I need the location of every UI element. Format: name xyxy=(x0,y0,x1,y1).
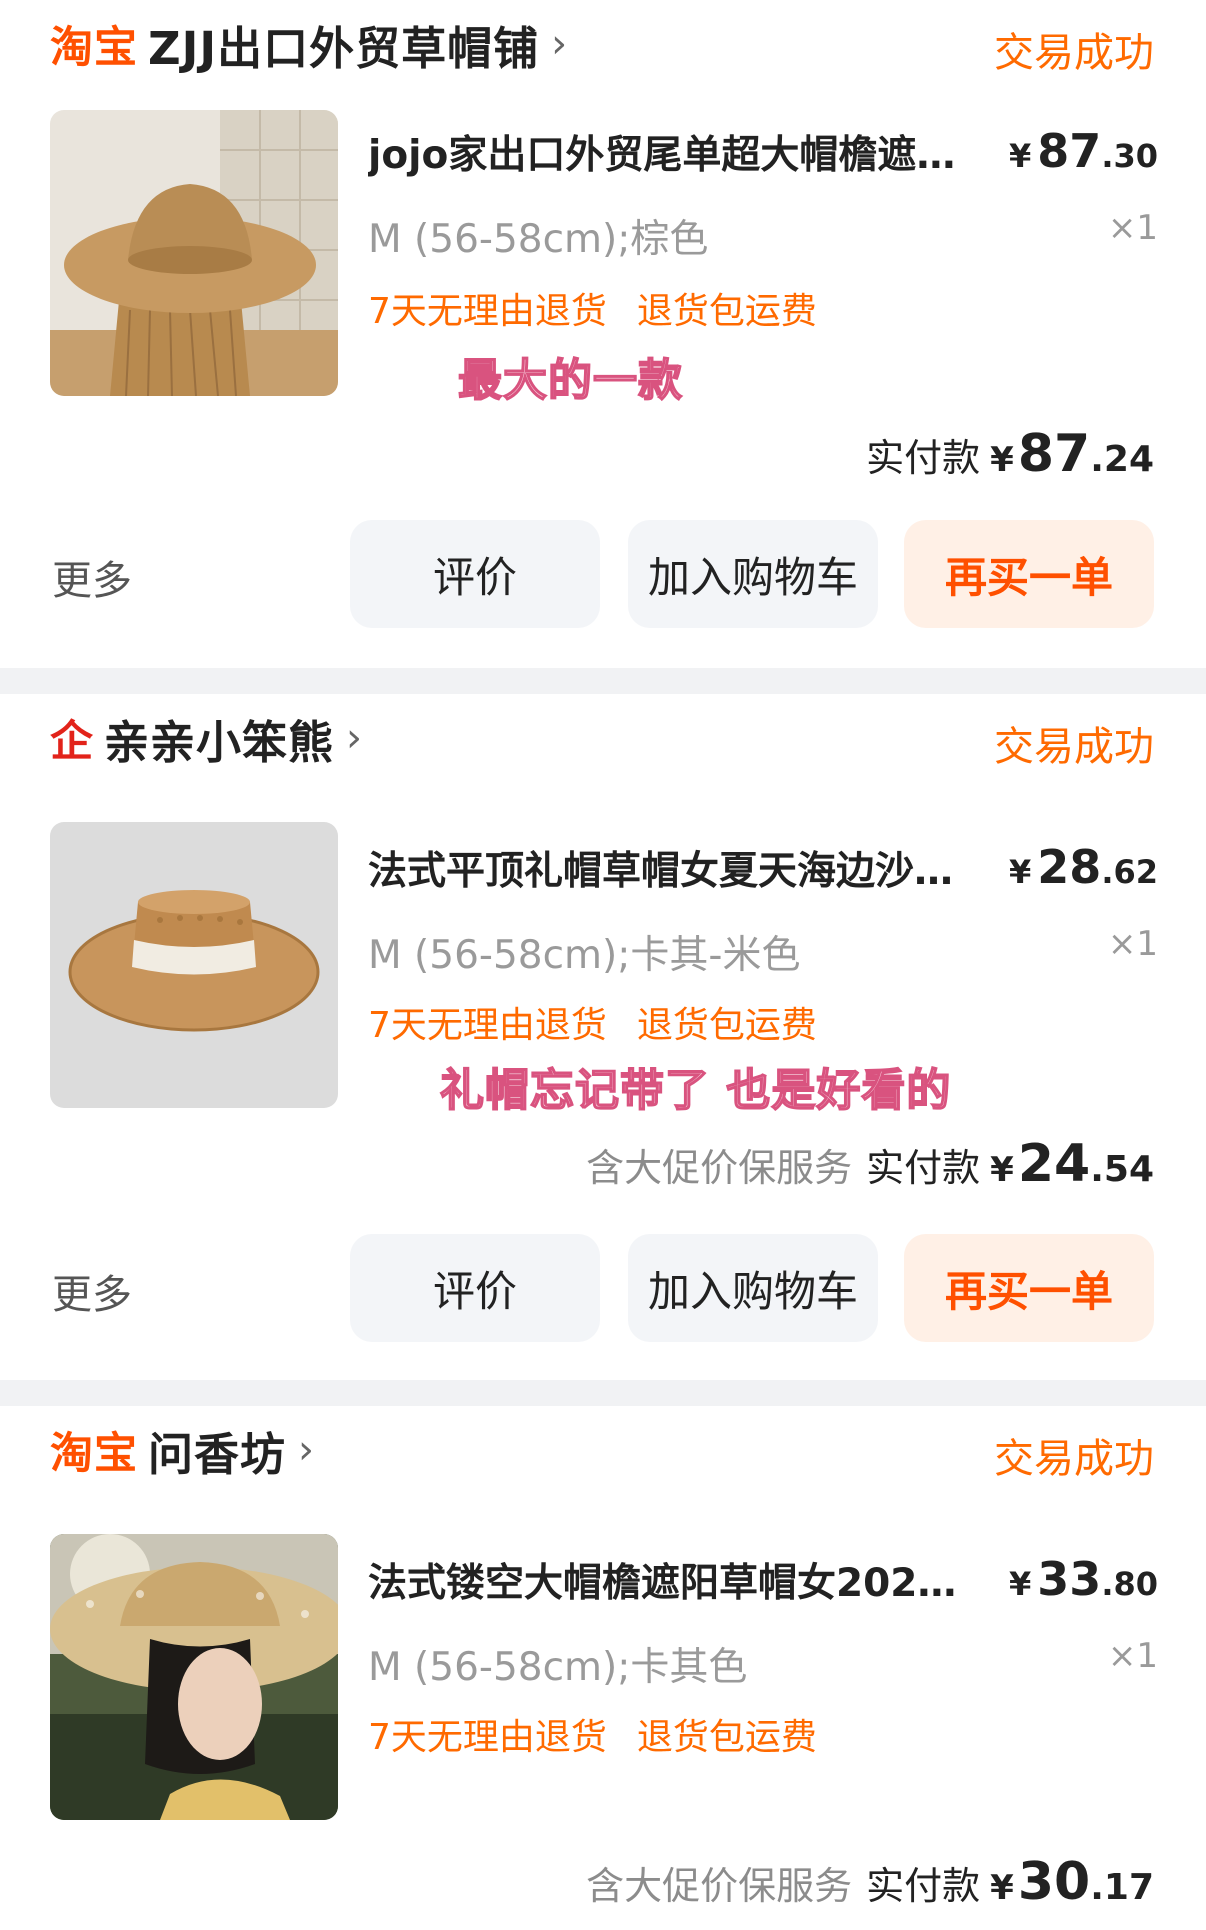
review-button[interactable]: 评价 xyxy=(350,520,600,628)
more-button[interactable]: 更多 xyxy=(52,1262,132,1320)
chevron-right-icon: › xyxy=(551,21,568,67)
product-quantity: ×1 xyxy=(1107,208,1158,248)
enterprise-logo-icon: 企 xyxy=(50,717,94,767)
currency-symbol: ¥ xyxy=(990,440,1014,480)
order-card-2: 企 亲亲小笨熊 › 交易成功 法式平顶礼帽草帽女夏天海边沙… ¥28.62 M … xyxy=(0,694,1206,1380)
overlay-annotation: 礼帽忘记带了 也是好看的 xyxy=(439,1064,952,1117)
shop-name: ZJJ出口外贸草帽铺 xyxy=(148,21,540,75)
order-separator xyxy=(0,1380,1206,1406)
tag-free-return-shipping: 退货包运费 xyxy=(636,1005,817,1046)
chevron-right-icon: › xyxy=(298,1427,315,1473)
product-price: ¥87.30 xyxy=(1009,124,1158,178)
tag-return-7days: 7天无理由退货 xyxy=(368,1005,607,1046)
product-price: ¥28.62 xyxy=(1009,840,1158,894)
buy-again-button[interactable]: 再买一单 xyxy=(904,1234,1154,1342)
price-integer: 33 xyxy=(1037,1552,1102,1606)
shop-header[interactable]: 淘宝 问香坊 › xyxy=(50,1420,315,1481)
service-tags: 7天无理由退货 退货包运费 xyxy=(368,282,817,334)
service-tags: 7天无理由退货 退货包运费 xyxy=(368,996,817,1048)
currency-symbol: ¥ xyxy=(990,1868,1014,1908)
product-price: ¥33.80 xyxy=(1009,1552,1158,1606)
product-quantity: ×1 xyxy=(1107,1636,1158,1676)
payment-decimal: .24 xyxy=(1090,439,1154,480)
payment-label: 实付款 xyxy=(866,436,981,480)
currency-symbol: ¥ xyxy=(1009,137,1032,175)
payment-decimal: .54 xyxy=(1090,1149,1154,1190)
add-to-cart-button[interactable]: 加入购物车 xyxy=(628,1234,878,1342)
product-title[interactable]: 法式镂空大帽檐遮阳草帽女202… xyxy=(368,1552,998,1608)
more-button[interactable]: 更多 xyxy=(52,548,132,606)
currency-symbol: ¥ xyxy=(990,1150,1014,1190)
price-integer: 28 xyxy=(1037,840,1102,894)
product-sku: M (56-58cm);卡其-米色 xyxy=(368,933,801,978)
order-status: 交易成功 xyxy=(994,30,1154,76)
straw-hat-image xyxy=(50,110,338,396)
actual-payment: 含大促价保服务 实付款 ¥24.54 xyxy=(586,1134,1154,1194)
tag-return-7days: 7天无理由退货 xyxy=(368,291,607,332)
shop-name: 亲亲小笨熊 xyxy=(104,715,335,769)
product-thumbnail[interactable] xyxy=(50,822,338,1108)
price-protection-service: 含大促价保服务 xyxy=(586,1864,853,1908)
price-protection-service: 含大促价保服务 xyxy=(586,1146,853,1190)
actual-payment: 含大促价保服务 实付款 ¥30.17 xyxy=(586,1852,1154,1912)
product-quantity: ×1 xyxy=(1107,924,1158,964)
order-status: 交易成功 xyxy=(994,724,1154,770)
service-tags: 7天无理由退货 退货包运费 xyxy=(368,1708,817,1760)
tag-return-7days: 7天无理由退货 xyxy=(368,1717,607,1758)
price-decimal: .80 xyxy=(1101,1565,1158,1603)
shop-name: 问香坊 xyxy=(148,1427,287,1481)
order-card-3: 淘宝 问香坊 › 交易成功 法式镂空大帽檐遮阳草帽女202… ¥33.80 M … xyxy=(0,1406,1206,1930)
taobao-logo-icon: 淘宝 xyxy=(50,1429,138,1479)
payment-decimal: .17 xyxy=(1090,1867,1154,1908)
boater-hat-image xyxy=(50,822,338,1108)
price-decimal: .62 xyxy=(1101,853,1158,891)
payment-integer: 24 xyxy=(1017,1134,1091,1194)
order-separator xyxy=(0,668,1206,694)
shop-header[interactable]: 企 亲亲小笨熊 › xyxy=(50,708,363,769)
product-thumbnail[interactable] xyxy=(50,1534,338,1820)
model-hat-photo xyxy=(50,1534,338,1820)
order-card-1: 淘宝 ZJJ出口外贸草帽铺 › 交易成功 jojo家出口外贸尾单超大帽檐遮… ¥… xyxy=(0,0,1206,668)
payment-integer: 87 xyxy=(1017,424,1091,484)
product-title[interactable]: jojo家出口外贸尾单超大帽檐遮… xyxy=(368,124,998,180)
actual-payment: 实付款 ¥87.24 xyxy=(866,424,1154,484)
chevron-right-icon: › xyxy=(346,715,363,761)
taobao-logo-icon: 淘宝 xyxy=(50,23,138,73)
tag-free-return-shipping: 退货包运费 xyxy=(636,291,817,332)
buy-again-button[interactable]: 再买一单 xyxy=(904,520,1154,628)
price-decimal: .30 xyxy=(1101,137,1158,175)
product-title[interactable]: 法式平顶礼帽草帽女夏天海边沙… xyxy=(368,840,998,896)
tag-free-return-shipping: 退货包运费 xyxy=(636,1717,817,1758)
review-button[interactable]: 评价 xyxy=(350,1234,600,1342)
currency-symbol: ¥ xyxy=(1009,1565,1032,1603)
currency-symbol: ¥ xyxy=(1009,853,1032,891)
product-sku: M (56-58cm);棕色 xyxy=(368,217,709,262)
payment-label: 实付款 xyxy=(866,1146,981,1190)
shop-header[interactable]: 淘宝 ZJJ出口外贸草帽铺 › xyxy=(50,14,568,75)
price-integer: 87 xyxy=(1037,124,1102,178)
product-sku: M (56-58cm);卡其色 xyxy=(368,1645,748,1690)
add-to-cart-button[interactable]: 加入购物车 xyxy=(628,520,878,628)
product-thumbnail[interactable] xyxy=(50,110,338,396)
payment-integer: 30 xyxy=(1017,1852,1091,1912)
payment-label: 实付款 xyxy=(866,1864,981,1908)
order-status: 交易成功 xyxy=(994,1436,1154,1482)
overlay-annotation: 最大的一款 xyxy=(457,354,683,407)
